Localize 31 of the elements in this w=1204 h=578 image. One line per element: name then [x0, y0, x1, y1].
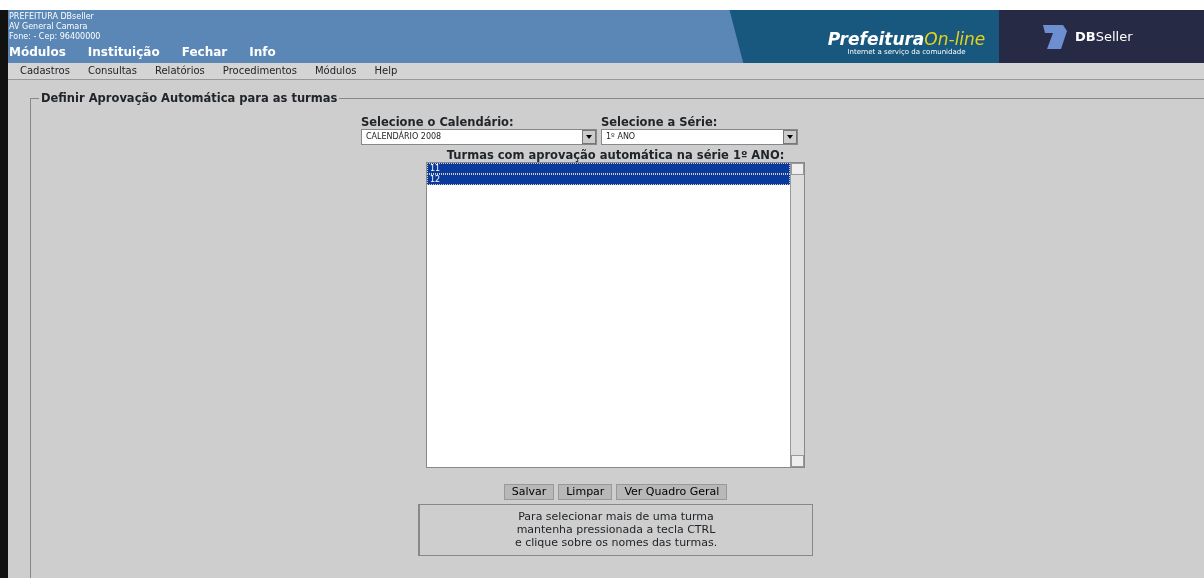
scrollbar[interactable]	[790, 163, 804, 467]
field-label: Selecione a Série:	[601, 116, 719, 129]
banner-title: PrefeituraOn-line	[827, 29, 986, 48]
series-select[interactable]: 1º ANO	[601, 129, 798, 145]
help-text: Para selecionar mais de uma turma mantenha pressionada a tecla CTRL e clique sobre os nomes das turmas.	[418, 504, 813, 556]
menu-item[interactable]: Relatórios	[154, 63, 205, 79]
menu-item[interactable]: Procedimentos	[222, 63, 297, 79]
brand-name: DBSeller	[1075, 27, 1133, 46]
menu-item[interactable]: Módulos	[314, 63, 357, 79]
menu-item[interactable]: Help	[374, 63, 398, 79]
header-text: Fone: - Cep: 96400000	[9, 32, 102, 42]
header-text: PREFEITURA DBseller	[9, 12, 95, 22]
dropdown-arrow-icon	[787, 135, 793, 139]
top-menu-item[interactable]: Fechar	[181, 46, 228, 59]
form-button[interactable]: Ver Quadro Geral	[616, 484, 728, 500]
field-label: Selecione o Calendário:	[361, 116, 515, 129]
top-menu-item[interactable]: Módulos	[9, 46, 66, 59]
dropdown-arrow-icon	[586, 135, 592, 139]
turmas-listbox[interactable]: 11 12	[426, 162, 805, 468]
menu-item[interactable]: Cadastros	[20, 63, 70, 79]
top-menu-item[interactable]: Info	[249, 46, 276, 59]
menu-item[interactable]: Consultas	[87, 63, 137, 79]
form-button[interactable]: Salvar	[503, 484, 555, 500]
list-title: Turmas com aprovação automática na série 1º ANO:	[446, 149, 785, 162]
fieldset-legend: Definir Aprovação Automática para as turmas	[39, 90, 340, 108]
top-menu-item[interactable]: Instituição	[87, 46, 160, 59]
calendar-select[interactable]: CALENDÁRIO 2008	[361, 129, 597, 145]
list-option[interactable]: 12	[427, 174, 790, 185]
header-text: AV General Camara	[9, 22, 89, 32]
form-button[interactable]: Limpar	[558, 484, 613, 500]
list-option[interactable]: 11	[427, 163, 790, 174]
